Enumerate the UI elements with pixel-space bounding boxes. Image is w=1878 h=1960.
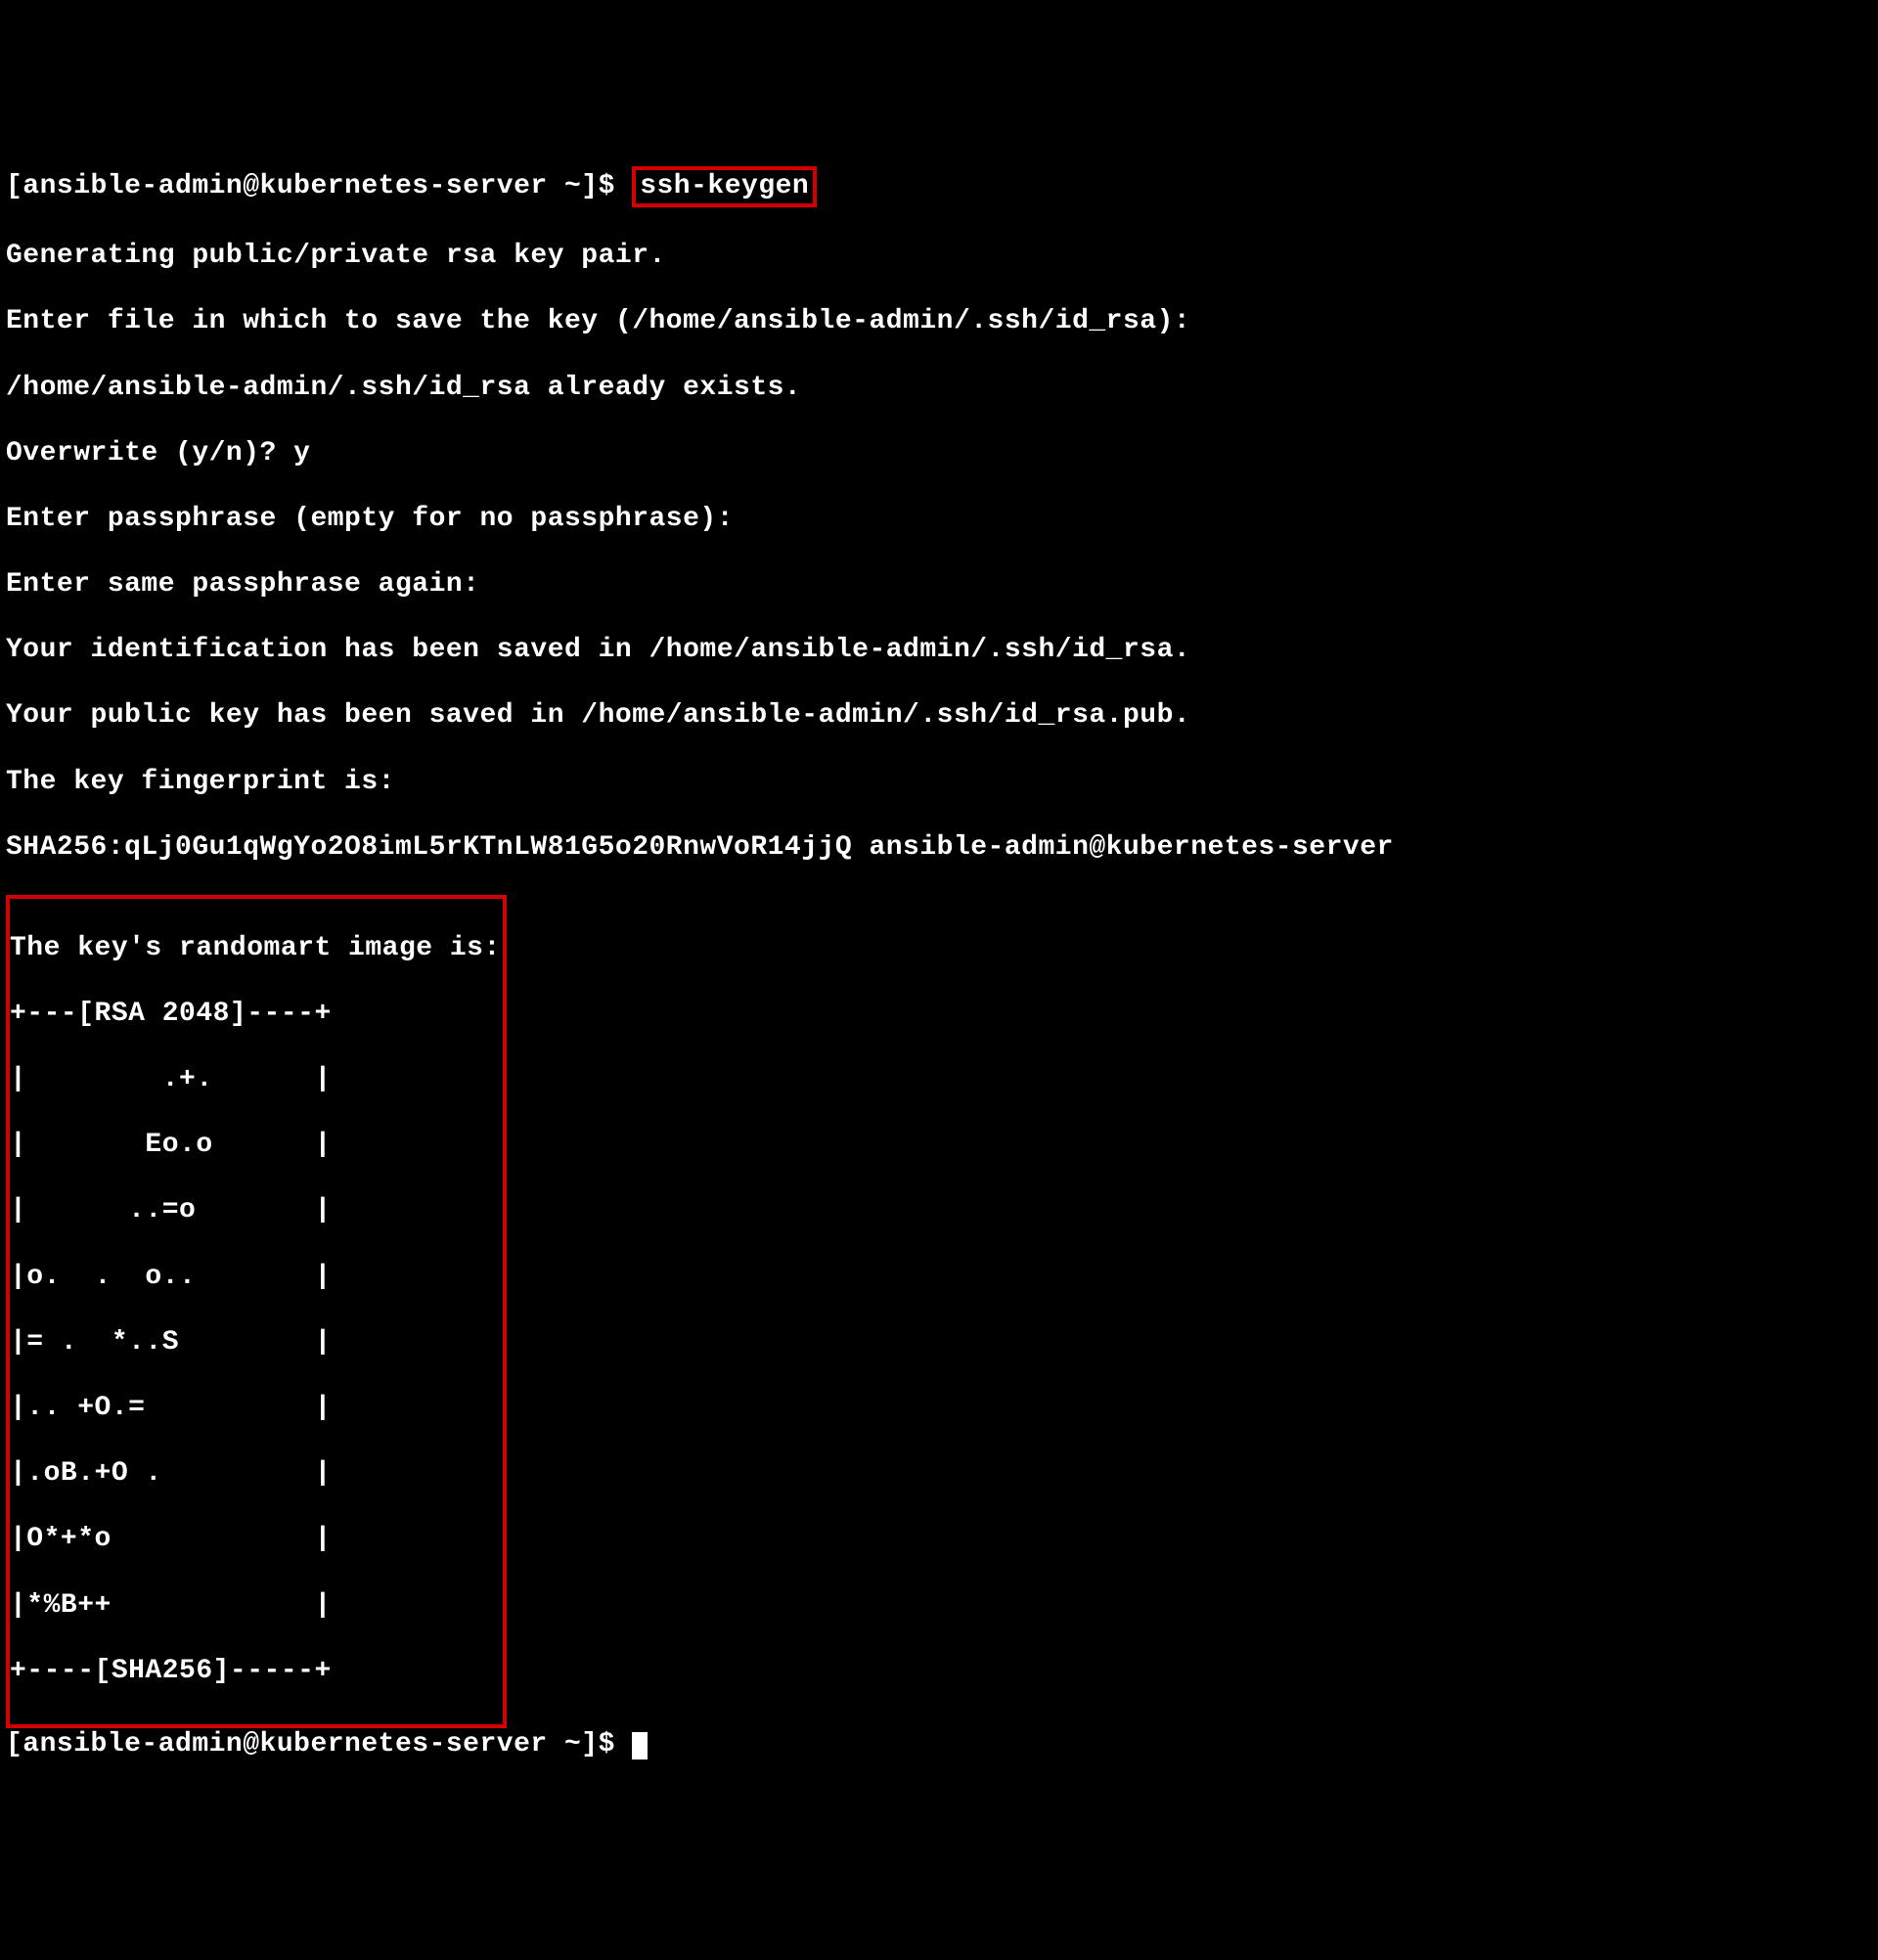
output-line: /home/ansible-admin/.ssh/id_rsa already … <box>6 372 1872 405</box>
terminal[interactable]: [ansible-admin@kubernetes-server ~]$ ssh… <box>6 133 1872 1794</box>
randomart-line: +----[SHA256]-----+ <box>10 1655 501 1688</box>
fingerprint-line: SHA256:qLj0Gu1qWgYo2O8imL5rKTnLW81G5o20R… <box>6 831 1872 865</box>
randomart-header: The key's randomart image is: <box>10 932 501 965</box>
shell-prompt: [ansible-admin@kubernetes-server ~]$ <box>6 171 632 201</box>
randomart-line: |.oB.+O . | <box>10 1457 501 1491</box>
randomart-line: |O*+*o | <box>10 1523 501 1556</box>
command-highlight: ssh-keygen <box>632 166 817 207</box>
randomart-line: | ..=o | <box>10 1194 501 1227</box>
randomart-line: +---[RSA 2048]----+ <box>10 998 501 1031</box>
shell-prompt: [ansible-admin@kubernetes-server ~]$ <box>6 1729 632 1760</box>
randomart-line: | Eo.o | <box>10 1129 501 1162</box>
output-line: Overwrite (y/n)? y <box>6 437 1872 470</box>
output-line: Your identification has been saved in /h… <box>6 634 1872 667</box>
randomart-line: |= . *..S | <box>10 1326 501 1359</box>
output-line: Your public key has been saved in /home/… <box>6 699 1872 733</box>
output-line: Enter file in which to save the key (/ho… <box>6 305 1872 338</box>
output-line: Enter same passphrase again: <box>6 568 1872 601</box>
output-line: The key fingerprint is: <box>6 766 1872 799</box>
randomart-line: | .+. | <box>10 1063 501 1096</box>
randomart-line: |o. . o.. | <box>10 1261 501 1294</box>
randomart-highlight: The key's randomart image is: +---[RSA 2… <box>6 895 507 1728</box>
output-line: Enter passphrase (empty for no passphras… <box>6 503 1872 536</box>
randomart-line: |.. +O.= | <box>10 1392 501 1425</box>
randomart-line: |*%B++ | <box>10 1589 501 1623</box>
output-line: Generating public/private rsa key pair. <box>6 240 1872 273</box>
cursor-icon <box>632 1732 648 1760</box>
